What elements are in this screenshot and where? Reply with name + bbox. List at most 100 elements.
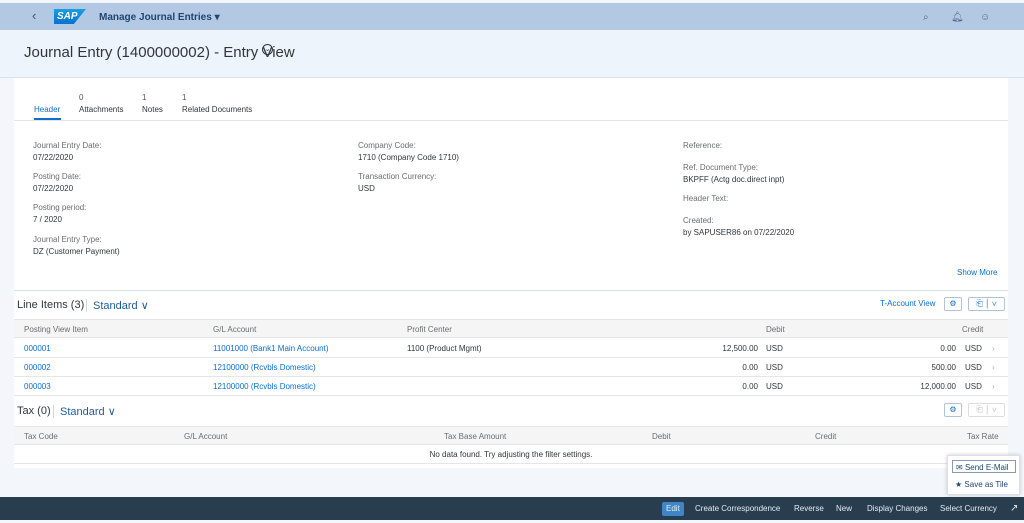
variant-label: Standard	[93, 300, 138, 312]
column-header: Debit	[652, 432, 671, 441]
tab-count: 1	[182, 93, 187, 102]
tax-table-header: Tax Code G/L Account Tax Base Amount Deb…	[14, 426, 1008, 445]
line-items-variant-select[interactable]: Standard ∨	[86, 299, 149, 312]
column-header: Posting View Item	[24, 325, 88, 334]
bell-icon[interactable]: 🔔︎	[951, 12, 964, 23]
field-value: 07/22/2020	[33, 184, 74, 193]
column-header: Profit Center	[407, 325, 452, 334]
debit-currency: USD	[766, 382, 783, 391]
gl-account-link[interactable]: 11001000 (Bank1 Main Account)	[213, 344, 328, 353]
credit-amount: 0.00	[940, 344, 956, 353]
table-row[interactable]: 000002 12100000 (Rcvbls Domestic) 0.00 USD 5…	[14, 358, 1008, 377]
tab-count: 1	[142, 93, 147, 102]
field-value: BKPFF (Actg doc.direct inpt)	[683, 175, 785, 184]
tax-settings-button[interactable]: ⚙	[944, 403, 962, 417]
search-icon[interactable]: ⌕	[923, 12, 929, 23]
field-label: Company Code:	[358, 141, 416, 150]
field-label: Ref. Document Type:	[683, 163, 758, 172]
table-row[interactable]: 000003 12100000 (Rcvbls Domestic) 0.00 USD 1…	[14, 377, 1008, 396]
chevron-right-icon[interactable]: ›	[992, 344, 995, 353]
field-value: 1710 (Company Code 1710)	[358, 153, 459, 162]
chevron-right-icon[interactable]: ›	[992, 382, 995, 391]
gl-account-link[interactable]: 12100000 (Rcvbls Domestic)	[213, 382, 316, 391]
debit-currency: USD	[766, 344, 783, 353]
show-more-link[interactable]: Show More	[957, 268, 997, 277]
field-label: Journal Entry Date:	[33, 141, 102, 150]
export-button[interactable]: ⎗ │ ∨	[968, 297, 1005, 311]
no-data-text: No data found. Try adjusting the filter …	[429, 450, 593, 459]
shell-bar: ‹ SAP Manage Journal Entries ▾ ⌕ 🔔︎ ☺	[0, 3, 1024, 30]
line-items-table-header: Posting View Item G/L Account Profit Cen…	[14, 319, 1008, 338]
line-items-title: Line Items (3)	[17, 299, 85, 311]
debit-amount: 0.00	[742, 363, 758, 372]
field-label: Transaction Currency:	[358, 172, 437, 181]
field-label: Posting period:	[33, 203, 87, 212]
field-label: Journal Entry Type:	[33, 235, 102, 244]
gl-account-link[interactable]: 12100000 (Rcvbls Domestic)	[213, 363, 316, 372]
menu-item-label: Save as Tile	[964, 480, 1008, 489]
send-email-menu-item[interactable]: ✉ Send E-Mail	[952, 460, 1016, 473]
credit-currency: USD	[965, 363, 982, 372]
credit-amount: 12,000.00	[920, 382, 956, 391]
settings-button[interactable]: ⚙	[944, 297, 962, 311]
tax-export-button: ⎗ │ ∨	[968, 403, 1005, 417]
divider	[14, 290, 1008, 291]
gear-icon: ⚙	[949, 299, 957, 308]
tab-label: Header	[34, 105, 61, 114]
sap-logo[interactable]: SAP	[54, 9, 86, 24]
gear-icon: ⚙	[949, 405, 957, 414]
column-header: G/L Account	[213, 325, 257, 334]
column-header: Credit	[962, 325, 984, 334]
footer-toolbar: Edit Create Correspondence Reverse New D…	[0, 497, 1024, 520]
user-icon[interactable]: ☺	[980, 12, 990, 23]
chevron-right-icon[interactable]: ›	[992, 363, 995, 372]
field-label: Header Text:	[683, 194, 729, 203]
share-icon[interactable]: ↗	[1006, 502, 1022, 516]
column-header: Tax Code	[24, 432, 58, 441]
back-icon[interactable]: ‹	[32, 8, 36, 23]
save-as-tile-menu-item[interactable]: ★ Save as Tile	[955, 480, 1008, 489]
table-row[interactable]: 000001 11001000 (Bank1 Main Account) 1100 …	[14, 339, 1008, 358]
debit-amount: 0.00	[742, 382, 758, 391]
debit-currency: USD	[766, 363, 783, 372]
edit-button[interactable]: Edit	[662, 502, 684, 516]
object-header: Journal Entry (1400000002) - Entry View …	[0, 30, 1024, 78]
tab-label: Related Documents	[182, 105, 253, 114]
field-value: 7 / 2020	[33, 215, 62, 224]
share-popover: ✉ Send E-Mail ★ Save as Tile	[947, 455, 1020, 495]
chevron-down-icon[interactable]: ⌄	[262, 44, 273, 55]
posting-item-link[interactable]: 000003	[24, 382, 51, 391]
column-header: Debit	[766, 325, 785, 334]
credit-currency: USD	[965, 382, 982, 391]
tax-title: Tax (0)	[17, 405, 51, 417]
menu-item-label: Send E-Mail	[964, 463, 1009, 472]
field-value: USD	[358, 184, 375, 193]
column-header: Tax Base Amount	[444, 432, 507, 441]
column-header: G/L Account	[184, 432, 228, 441]
export-icon: ⎗	[976, 405, 983, 414]
variant-label: Standard	[60, 406, 105, 418]
reverse-button[interactable]: Reverse	[790, 502, 828, 516]
tab-label: Notes	[142, 105, 163, 114]
create-correspondence-button[interactable]: Create Correspondence	[691, 502, 784, 516]
field-value: DZ (Customer Payment)	[33, 247, 120, 256]
select-currency-button[interactable]: Select Currency	[936, 502, 1001, 516]
posting-item-link[interactable]: 000002	[24, 363, 51, 372]
t-account-view-button[interactable]: T-Account View	[880, 299, 935, 308]
field-label: Reference:	[683, 141, 723, 150]
posting-item-link[interactable]: 000001	[24, 344, 51, 353]
tab-label: Attachments	[79, 105, 124, 114]
chevron-down-icon: ∨	[992, 405, 997, 414]
display-changes-button[interactable]: Display Changes	[863, 502, 931, 516]
no-data-row: No data found. Try adjusting the filter …	[14, 445, 1008, 464]
column-header: Credit	[815, 432, 837, 441]
new-button[interactable]: New	[832, 502, 856, 516]
content-area: Header 0 Attachments 1 Notes 1 Related Docu…	[14, 78, 1008, 468]
field-label: Posting Date:	[33, 172, 82, 181]
app-title-menu[interactable]: Manage Journal Entries ▾	[99, 12, 220, 23]
profit-center: 1100 (Product Mgmt)	[407, 344, 482, 353]
debit-amount: 12,500.00	[722, 344, 758, 353]
tax-variant-select[interactable]: Standard ∨	[53, 405, 116, 418]
tab-count: 0	[79, 93, 84, 102]
credit-amount: 500.00	[931, 363, 956, 372]
